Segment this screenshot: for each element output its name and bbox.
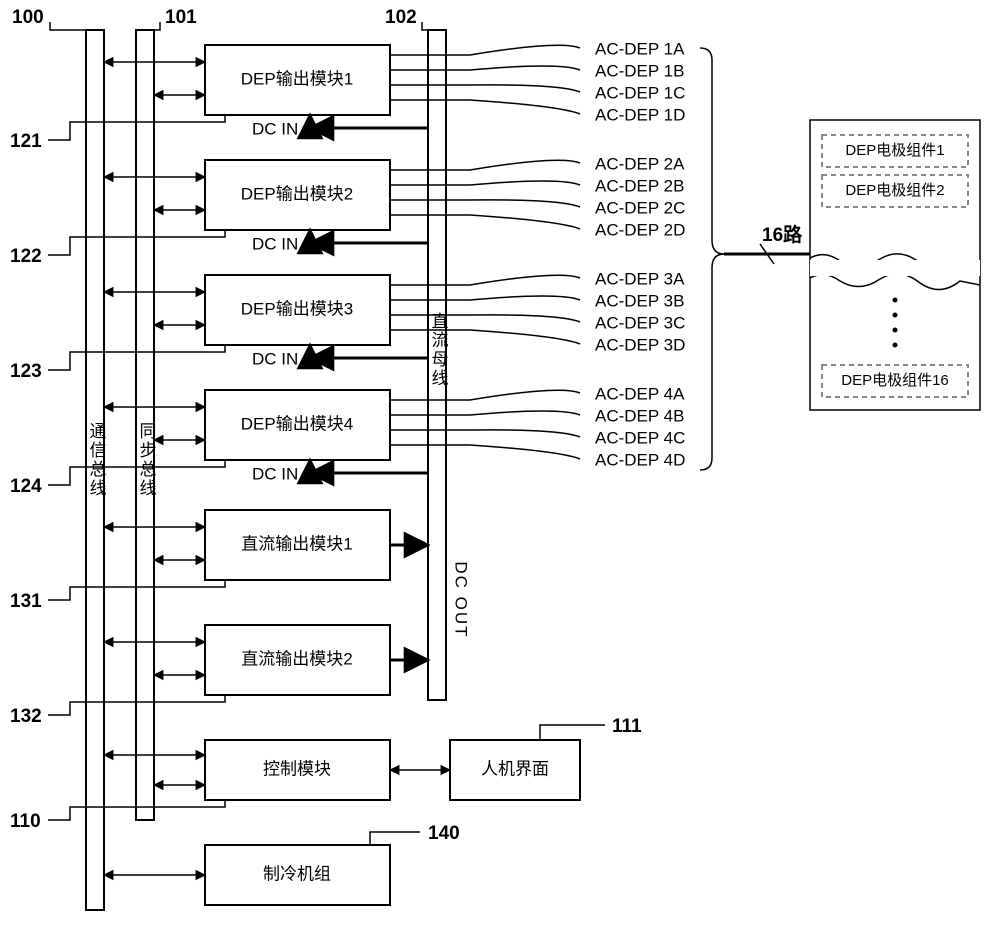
ctrl-label: 控制模块 [263, 759, 331, 778]
bus-102-label: 直流母线 [429, 312, 449, 388]
ac-3d: AC-DEP 3D [595, 335, 685, 354]
ac-4d: AC-DEP 4D [595, 450, 685, 469]
dep1-label: DEP输出模块1 [241, 69, 353, 88]
elec-2: DEP电极组件2 [845, 182, 944, 199]
dcin-4: DC IN [252, 464, 298, 483]
ref-140: 140 [428, 823, 460, 844]
bus-101-label: 同步总线 [137, 422, 157, 498]
ac-1d: AC-DEP 1D [595, 105, 685, 124]
electrode-group: DEP电极组件1 DEP电极组件2 DEP电极组件16 [810, 120, 980, 410]
dep2-label: DEP输出模块2 [241, 184, 353, 203]
dc1-label: 直流输出模块1 [241, 534, 352, 553]
ac-1a: AC-DEP 1A [595, 39, 685, 58]
ref-110: 110 [10, 811, 41, 832]
ac-3a: AC-DEP 3A [595, 269, 685, 288]
dep4-label: DEP输出模块4 [241, 414, 353, 433]
elec-1: DEP电极组件1 [845, 142, 944, 159]
hmi-label: 人机界面 [481, 759, 549, 778]
ref-124: 124 [10, 476, 42, 497]
ref-111: 111 [612, 716, 642, 737]
ref-122: 122 [10, 246, 42, 267]
dep-module-3: DEP输出模块3 DC IN AC-DEP 3A AC-DEP 3B AC-DE… [10, 269, 685, 382]
fridge-label: 制冷机组 [263, 864, 331, 883]
dcout-label: DC OUT [452, 561, 471, 638]
dc-module-1: 直流输出模块1 131 [10, 510, 428, 612]
ac-3c: AC-DEP 3C [595, 313, 685, 332]
ac-2c: AC-DEP 2C [595, 198, 685, 217]
ref-100: 100 [12, 7, 44, 28]
fridge-module: 制冷机组 140 [104, 823, 460, 905]
elec-16: DEP电极组件16 [841, 372, 949, 389]
dcin-3: DC IN [252, 349, 298, 368]
ac-4c: AC-DEP 4C [595, 428, 685, 447]
ac-4b: AC-DEP 4B [595, 406, 684, 425]
ac-2b: AC-DEP 2B [595, 176, 684, 195]
bus-100-label: 通信总线 [87, 422, 107, 498]
ref-123: 123 [10, 361, 42, 382]
ac-2a: AC-DEP 2A [595, 154, 685, 173]
ref-121: 121 [10, 131, 42, 152]
dep3-label: DEP输出模块3 [241, 299, 353, 318]
dc2-label: 直流输出模块2 [241, 649, 352, 668]
ac-2d: AC-DEP 2D [595, 220, 685, 239]
ref-101: 101 [165, 7, 197, 28]
ref-131: 131 [10, 591, 42, 612]
routes-label: 16路 [762, 223, 803, 246]
ac-1c: AC-DEP 1C [595, 83, 685, 102]
dep-module-2: DEP输出模块2 DC IN AC-DEP 2A AC-DEP 2B AC-DE… [10, 154, 685, 267]
ref-102: 102 [385, 7, 417, 28]
dep-module-4: DEP输出模块4 DC IN AC-DEP 4A AC-DEP 4B AC-DE… [10, 384, 685, 497]
dep-module-1: DEP输出模块1 DC IN AC-DEP 1A AC-DEP 1B AC-DE… [10, 39, 685, 152]
ac-1b: AC-DEP 1B [595, 61, 684, 80]
ref-132: 132 [10, 706, 42, 727]
ac-4a: AC-DEP 4A [595, 384, 685, 403]
ac-3b: AC-DEP 3B [595, 291, 684, 310]
dcin-2: DC IN [252, 234, 298, 253]
dcin-1: DC IN [252, 119, 298, 138]
